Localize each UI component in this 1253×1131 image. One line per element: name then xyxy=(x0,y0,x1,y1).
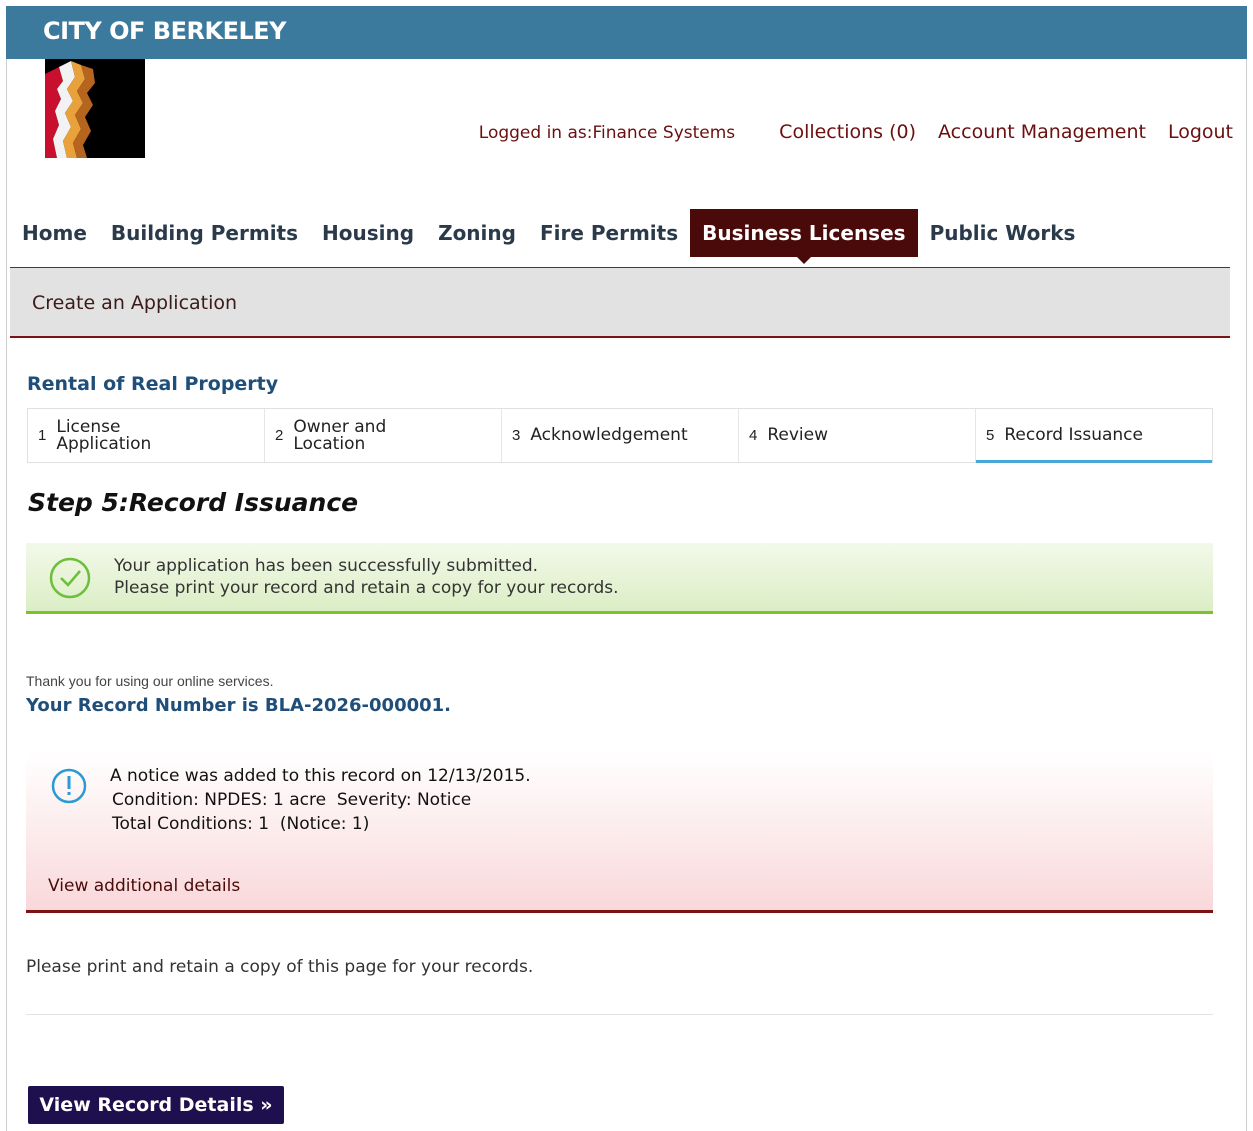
city-title: CITY OF BERKELEY xyxy=(43,17,287,45)
record-type-title: Rental of Real Property xyxy=(27,373,279,395)
step-number: 3 xyxy=(512,427,521,444)
city-logo[interactable] xyxy=(45,59,145,158)
step-number: 1 xyxy=(38,427,47,444)
step-2[interactable]: 2 Owner and Location xyxy=(265,409,502,462)
print-note: Please print and retain a copy of this p… xyxy=(26,957,534,977)
create-application-bar: Create an Application xyxy=(10,267,1230,338)
step-label: Owner and Location xyxy=(293,416,387,454)
step-label: License Application xyxy=(56,416,152,454)
step-label: Review xyxy=(767,425,828,445)
success-text: Your application has been successfully s… xyxy=(114,555,619,599)
success-line-2: Please print your record and retain a co… xyxy=(114,578,619,598)
step-number: 2 xyxy=(275,427,284,444)
header-bar: CITY OF BERKELEY xyxy=(6,6,1247,59)
divider xyxy=(26,1014,1213,1015)
step-number: 4 xyxy=(749,427,758,444)
logo-faces-icon xyxy=(45,59,145,158)
view-additional-details-link[interactable]: View additional details xyxy=(48,876,240,896)
main-nav: Home Building Permits Housing Zoning Fir… xyxy=(10,209,1088,264)
info-circle-icon xyxy=(51,768,87,804)
collections-link[interactable]: Collections (0) xyxy=(779,121,916,143)
success-message: Your application has been successfully s… xyxy=(26,543,1213,614)
notice-line-1: A notice was added to this record on 12/… xyxy=(110,766,531,786)
notice-line-2: Condition: NPDES: 1 acre Severity: Notic… xyxy=(112,790,472,810)
view-record-details-button[interactable]: View Record Details » xyxy=(28,1086,284,1124)
step-label: Acknowledgement xyxy=(530,425,688,445)
notice-panel: A notice was added to this record on 12/… xyxy=(26,752,1213,913)
logout-link[interactable]: Logout xyxy=(1168,121,1233,143)
nav-building-permits[interactable]: Building Permits xyxy=(99,209,310,257)
success-line-1: Your application has been successfully s… xyxy=(114,556,539,576)
step-number: 5 xyxy=(986,427,995,444)
step-1[interactable]: 1 License Application xyxy=(28,409,265,462)
notice-text: A notice was added to this record on 12/… xyxy=(110,764,531,836)
user-nav: Logged in as:Finance Systems Collections… xyxy=(479,121,1233,143)
nav-fire-permits[interactable]: Fire Permits xyxy=(528,209,690,257)
step-label: Record Issuance xyxy=(1004,425,1143,445)
record-number: Your Record Number is BLA-2026-000001. xyxy=(26,695,452,716)
nav-public-works[interactable]: Public Works xyxy=(918,209,1088,257)
nav-business-licenses[interactable]: Business Licenses xyxy=(690,209,918,264)
create-application-link[interactable]: Create an Application xyxy=(32,292,237,314)
nav-zoning[interactable]: Zoning xyxy=(426,209,528,257)
step-heading: Step 5:Record Issuance xyxy=(28,488,359,517)
step-3[interactable]: 3 Acknowledgement xyxy=(502,409,739,462)
notice-line-3: Total Conditions: 1 (Notice: 1) xyxy=(112,814,370,834)
step-5[interactable]: 5 Record Issuance xyxy=(976,409,1212,463)
nav-housing[interactable]: Housing xyxy=(310,209,426,257)
check-circle-icon xyxy=(49,557,91,599)
logged-in-label: Logged in as:Finance Systems xyxy=(478,123,736,143)
thanks-text: Thank you for using our online services. xyxy=(26,673,274,689)
nav-home[interactable]: Home xyxy=(10,209,99,257)
account-management-link[interactable]: Account Management xyxy=(938,121,1146,143)
step-tracker: 1 License Application 2 Owner and Locati… xyxy=(27,408,1213,463)
step-4[interactable]: 4 Review xyxy=(739,409,976,462)
